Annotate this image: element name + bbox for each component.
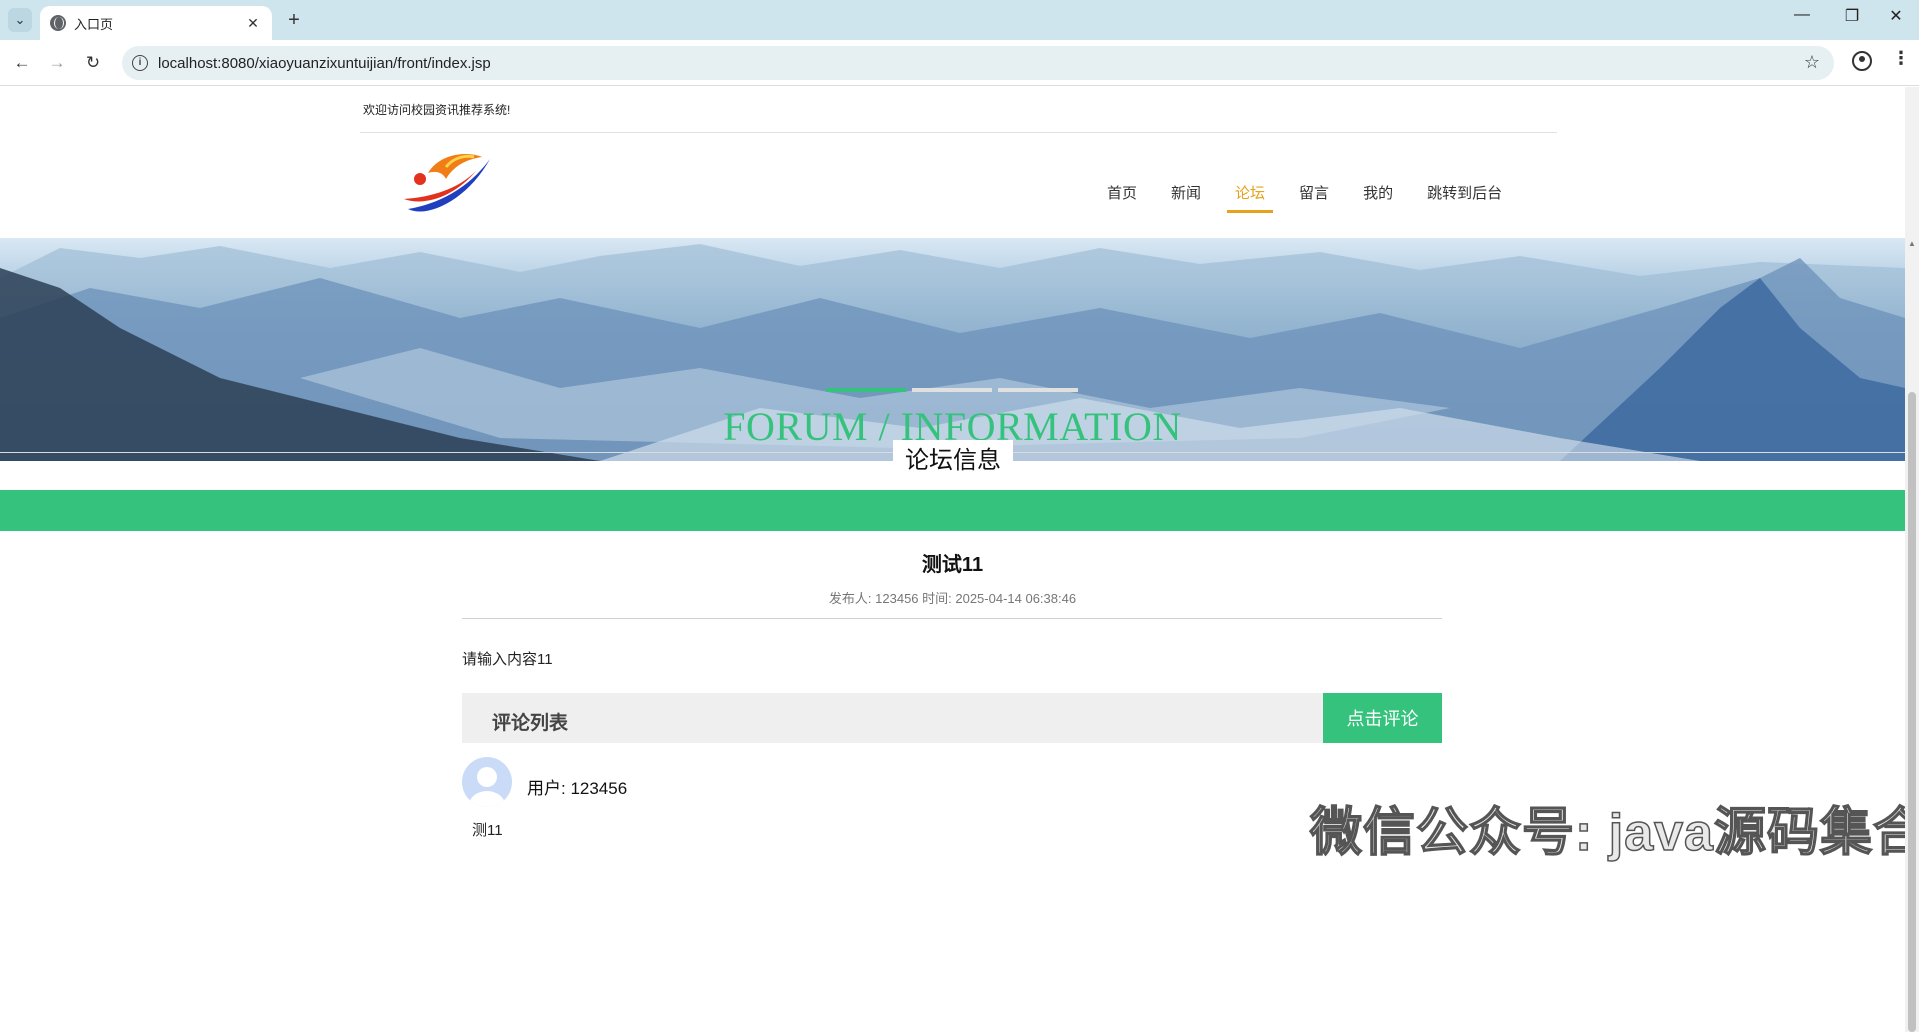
article-meta: 发布人: 123456 时间: 2025-04-14 06:38:46 — [828, 591, 1077, 606]
article-divider — [462, 618, 1442, 619]
tab-list-chevron-icon[interactable]: ⌄ — [8, 8, 32, 32]
slider-dot-1[interactable] — [826, 388, 906, 392]
section-title-chinese: 论坛信息 — [893, 440, 1013, 475]
slider-dot-2[interactable] — [912, 388, 992, 392]
nav-mine[interactable]: 我的 — [1363, 182, 1393, 211]
welcome-text: 欢迎访问校园资讯推荐系统! — [363, 103, 511, 117]
site-logo[interactable] — [398, 149, 494, 221]
user-avatar-icon — [462, 757, 512, 807]
main-navigation: 首页 新闻 论坛 留言 我的 跳转到后台 — [1090, 182, 1519, 213]
nav-news[interactable]: 新闻 — [1171, 182, 1201, 211]
address-bar[interactable]: i localhost:8080/xiaoyuanzixuntuijian/fr… — [122, 46, 1834, 80]
new-tab-button[interactable]: + — [282, 8, 306, 32]
green-banner-strip — [0, 490, 1905, 531]
add-comment-button[interactable]: 点击评论 — [1323, 693, 1442, 743]
address-url[interactable]: localhost:8080/xiaoyuanzixuntuijian/fron… — [158, 55, 491, 72]
window-maximize-button[interactable]: ❐ — [1832, 6, 1872, 26]
nav-forum[interactable]: 论坛 — [1227, 182, 1274, 213]
banner-slider-indicators — [826, 388, 1084, 392]
article-title: 测试11 — [921, 554, 984, 576]
comment-list-label: 评论列表 — [492, 713, 569, 734]
tab-close-icon[interactable]: ✕ — [244, 15, 262, 32]
nav-admin[interactable]: 跳转到后台 — [1427, 182, 1502, 211]
comment-text: 测11 — [472, 822, 503, 839]
scroll-up-arrow-icon[interactable]: ▲ — [1908, 239, 1916, 248]
globe-icon — [50, 15, 66, 31]
nav-home[interactable]: 首页 — [1107, 182, 1137, 211]
tab-title: 入口页 — [74, 16, 114, 32]
browser-tab-bar: ⌄ 入口页 ✕ + — ❐ ✕ — [0, 0, 1919, 40]
browser-menu-icon[interactable]: ⋮ — [1892, 48, 1910, 69]
window-minimize-button[interactable]: — — [1782, 6, 1822, 24]
scrollbar-thumb[interactable] — [1908, 392, 1916, 1032]
bookmark-star-icon[interactable]: ☆ — [1804, 52, 1820, 73]
article-content: 请输入内容11 — [462, 651, 553, 668]
comment-list-header: 评论列表 — [462, 693, 1442, 743]
window-close-button[interactable]: ✕ — [1876, 6, 1916, 26]
site-info-icon[interactable]: i — [132, 55, 148, 71]
reload-icon[interactable]: ↻ — [80, 50, 106, 76]
header-divider — [360, 132, 1557, 133]
back-arrow-icon[interactable]: ← — [9, 50, 35, 76]
forward-arrow-icon[interactable]: → — [44, 50, 70, 76]
browser-toolbar: ← → ↻ i localhost:8080/xiaoyuanzixuntuij… — [0, 40, 1919, 86]
browser-tab[interactable]: 入口页 ✕ — [40, 6, 272, 40]
profile-icon[interactable] — [1852, 51, 1872, 71]
slider-dot-3[interactable] — [998, 388, 1078, 392]
page-scrollbar[interactable]: ▲ — [1905, 87, 1919, 1032]
watermark-text: 微信公众号: java源码集合 — [1309, 803, 1919, 863]
comment-username: 用户: 123456 — [527, 779, 628, 798]
nav-messages[interactable]: 留言 — [1299, 182, 1329, 211]
